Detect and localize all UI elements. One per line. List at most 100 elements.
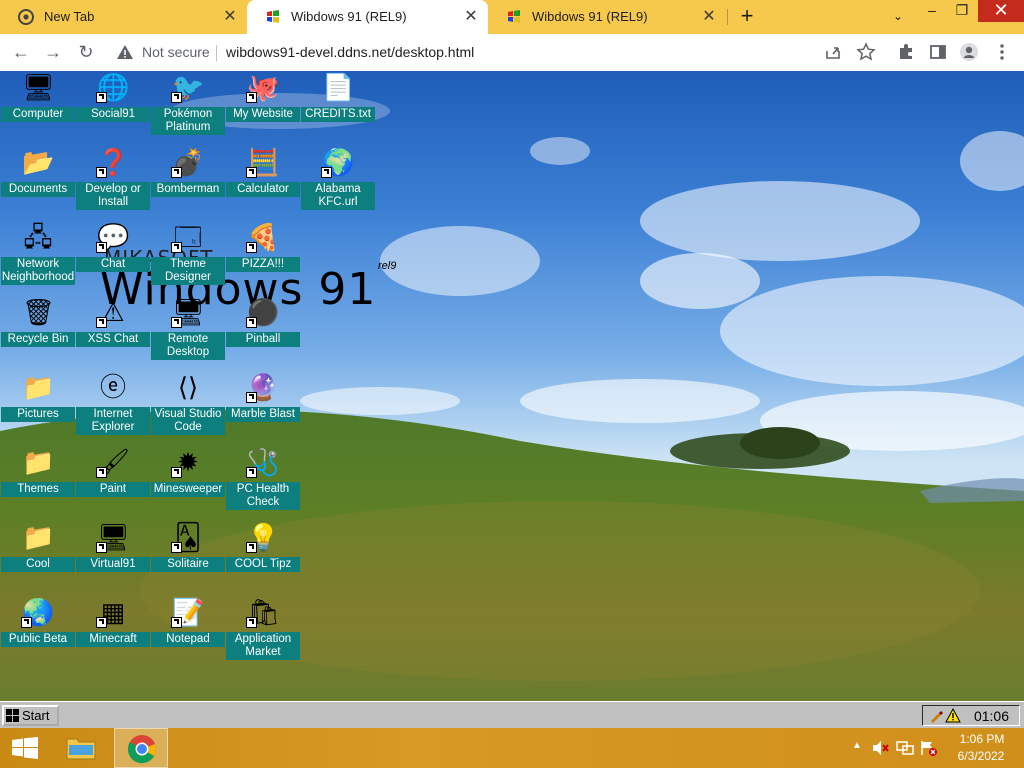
kebab-menu-icon[interactable] bbox=[992, 42, 1012, 62]
desktop-icon[interactable]: 💣 Bomberman bbox=[151, 146, 225, 221]
taskbar-clock[interactable]: 01:06 bbox=[974, 708, 1009, 724]
tab-separator bbox=[727, 9, 728, 25]
desktop-icon[interactable]: 🧮 Calculator bbox=[226, 146, 300, 221]
desktop-icon[interactable]: 🍕 PIZZA!!! bbox=[226, 221, 300, 296]
desktop-icon[interactable]: 📄 CREDITS.txt bbox=[301, 71, 375, 146]
desktop-icon[interactable]: 📁 Pictures bbox=[1, 371, 75, 446]
wibdows-favicon-icon bbox=[508, 10, 520, 23]
new-tab-button[interactable]: + bbox=[736, 5, 758, 28]
documents-folder-icon: 📂 bbox=[22, 147, 55, 177]
desktop-icon-label: Chat bbox=[76, 257, 150, 272]
desktop-icon-label: Public Beta bbox=[1, 632, 75, 647]
desktop-icon-label: Minecraft bbox=[76, 632, 150, 647]
desktop-icon-label: Visual Studio Code bbox=[151, 407, 225, 435]
desktop-icon[interactable]: ⓔ Internet Explorer bbox=[76, 371, 150, 446]
desktop-icon[interactable]: 🗔 Theme Designer bbox=[151, 221, 225, 296]
desktop-icon[interactable]: 🛍 Application Market bbox=[226, 596, 300, 671]
extensions-puzzle-icon[interactable] bbox=[896, 42, 916, 62]
desktop-icon[interactable]: 🌐 Social91 bbox=[76, 71, 150, 146]
desktop-icon[interactable]: 🖧 Network Neighborhood bbox=[1, 221, 75, 296]
speaker-muted-icon[interactable] bbox=[872, 740, 890, 756]
shortcut-arrow-icon bbox=[171, 167, 182, 178]
desktop-icon[interactable]: 📁 Themes bbox=[1, 446, 75, 521]
tab-wibdows-2[interactable]: Wibdows 91 (REL9) ✕ bbox=[488, 0, 726, 34]
desktop-icon-label: COOL Tipz bbox=[226, 557, 300, 572]
bookmark-star-icon[interactable] bbox=[856, 42, 876, 62]
close-tab-icon[interactable]: ✕ bbox=[700, 8, 718, 26]
desktop-icon[interactable]: 📝 Notepad bbox=[151, 596, 225, 671]
shortcut-arrow-icon bbox=[96, 542, 107, 553]
desktop-icon[interactable]: 💡 COOL Tipz bbox=[226, 521, 300, 596]
warning-triangle-icon[interactable] bbox=[116, 43, 134, 61]
pen-tray-icon[interactable] bbox=[929, 709, 943, 723]
desktop-icon[interactable]: 💬 Chat bbox=[76, 221, 150, 296]
desktop-icon[interactable]: ⚫ Pinball bbox=[226, 296, 300, 371]
host-clock-date[interactable]: 6/3/2022 bbox=[952, 749, 1010, 763]
desktop-icon-label: Network Neighborhood bbox=[1, 257, 75, 285]
back-button[interactable]: ← bbox=[10, 41, 32, 63]
maximize-button[interactable]: ❐ bbox=[948, 0, 976, 22]
shortcut-arrow-icon bbox=[171, 92, 182, 103]
action-center-warning-icon[interactable] bbox=[920, 740, 938, 756]
desktop-icon[interactable]: 🖌 Paint bbox=[76, 446, 150, 521]
desktop-icon[interactable]: 🖥 Remote Desktop bbox=[151, 296, 225, 371]
network-icon[interactable] bbox=[896, 740, 914, 756]
desktop-icon[interactable]: 🗑 Recycle Bin bbox=[1, 296, 75, 371]
profile-avatar-icon[interactable] bbox=[959, 42, 979, 62]
desktop-icon[interactable]: 🔮 Marble Blast bbox=[226, 371, 300, 446]
close-window-button[interactable]: ✕ bbox=[978, 0, 1024, 22]
shortcut-arrow-icon bbox=[96, 92, 107, 103]
share-icon[interactable] bbox=[823, 42, 843, 62]
host-clock-time[interactable]: 1:06 PM bbox=[958, 732, 1006, 746]
desktop-icon-label: Virtual91 bbox=[76, 557, 150, 572]
desktop-icon[interactable]: 🐦 Pokémon Platinum bbox=[151, 71, 225, 146]
desktop-icon-label: Application Market bbox=[226, 632, 300, 660]
desktop-icon[interactable]: ❓ Develop or Install bbox=[76, 146, 150, 221]
desktop-icon-label: Paint bbox=[76, 482, 150, 497]
close-tab-icon[interactable]: ✕ bbox=[221, 8, 239, 26]
desktop-icon[interactable]: 🩺 PC Health Check bbox=[226, 446, 300, 521]
tab-search-chevron-icon[interactable]: ⌄ bbox=[888, 9, 908, 25]
desktop-icon[interactable]: 🖥 Virtual91 bbox=[76, 521, 150, 596]
warning-tray-icon[interactable] bbox=[945, 708, 961, 723]
vscode-icon: ⟨⟩ bbox=[177, 372, 199, 402]
windows-start-icon[interactable] bbox=[12, 737, 38, 759]
reload-button[interactable]: ↻ bbox=[75, 41, 97, 63]
forward-button[interactable]: → bbox=[42, 41, 64, 63]
side-panel-icon[interactable] bbox=[928, 42, 948, 62]
minimize-button[interactable]: – bbox=[918, 0, 946, 22]
desktop-icon[interactable]: ✹ Minesweeper bbox=[151, 446, 225, 521]
desktop-icon[interactable]: ⚠ XSS Chat bbox=[76, 296, 150, 371]
desktop-icon-label: CREDITS.txt bbox=[301, 107, 375, 122]
tab-title: Wibdows 91 (REL9) bbox=[532, 9, 648, 24]
desktop-icon[interactable]: 📁 Cool bbox=[1, 521, 75, 596]
file-explorer-taskbar-button[interactable] bbox=[54, 728, 108, 768]
desktop-icon[interactable]: 🌍 Alabama KFC.url bbox=[301, 146, 375, 221]
desktop-icon-label: Pokémon Platinum bbox=[151, 107, 225, 135]
desktop-icon[interactable]: 🂡 Solitaire bbox=[151, 521, 225, 596]
wibdows-desktop[interactable]: MIKASOFT Windows 91 rel9 🖥Computer🌐Socia… bbox=[0, 71, 1024, 701]
host-windows-taskbar: ▲ 1:06 PM 6/3/2022 bbox=[0, 728, 1024, 768]
show-hidden-icons-icon[interactable]: ▲ bbox=[852, 740, 862, 751]
url-text[interactable]: wibdows91-devel.ddns.net/desktop.html bbox=[226, 44, 474, 60]
desktop-icon[interactable]: ⟨⟩ Visual Studio Code bbox=[151, 371, 225, 446]
close-tab-icon[interactable]: ✕ bbox=[462, 8, 480, 26]
shortcut-arrow-icon bbox=[246, 242, 257, 253]
address-bar[interactable]: Not secure wibdows91-devel.ddns.net/desk… bbox=[108, 38, 890, 67]
tab-wibdows-active[interactable]: Wibdows 91 (REL9) ✕ bbox=[247, 0, 488, 34]
system-tray: 01:06 bbox=[922, 705, 1020, 726]
recycle-bin-icon: 🗑 bbox=[22, 297, 56, 327]
start-button[interactable]: Start bbox=[2, 705, 59, 726]
shortcut-arrow-icon bbox=[171, 542, 182, 553]
desktop-icon[interactable]: 🖥 Computer bbox=[1, 71, 75, 146]
tab-new-tab[interactable]: New Tab ✕ bbox=[0, 0, 247, 34]
shortcut-arrow-icon bbox=[246, 317, 257, 328]
desktop-icon[interactable]: 🌏 Public Beta bbox=[1, 596, 75, 671]
security-status-label[interactable]: Not secure bbox=[142, 44, 210, 60]
desktop-icon[interactable]: ▦ Minecraft bbox=[76, 596, 150, 671]
desktop-icon[interactable]: 🐙 My Website bbox=[226, 71, 300, 146]
desktop-icon-label: Cool bbox=[1, 557, 75, 572]
chrome-taskbar-button[interactable] bbox=[114, 728, 168, 768]
desktop-icon[interactable]: 📂 Documents bbox=[1, 146, 75, 221]
wibdows-favicon-icon bbox=[267, 10, 279, 23]
